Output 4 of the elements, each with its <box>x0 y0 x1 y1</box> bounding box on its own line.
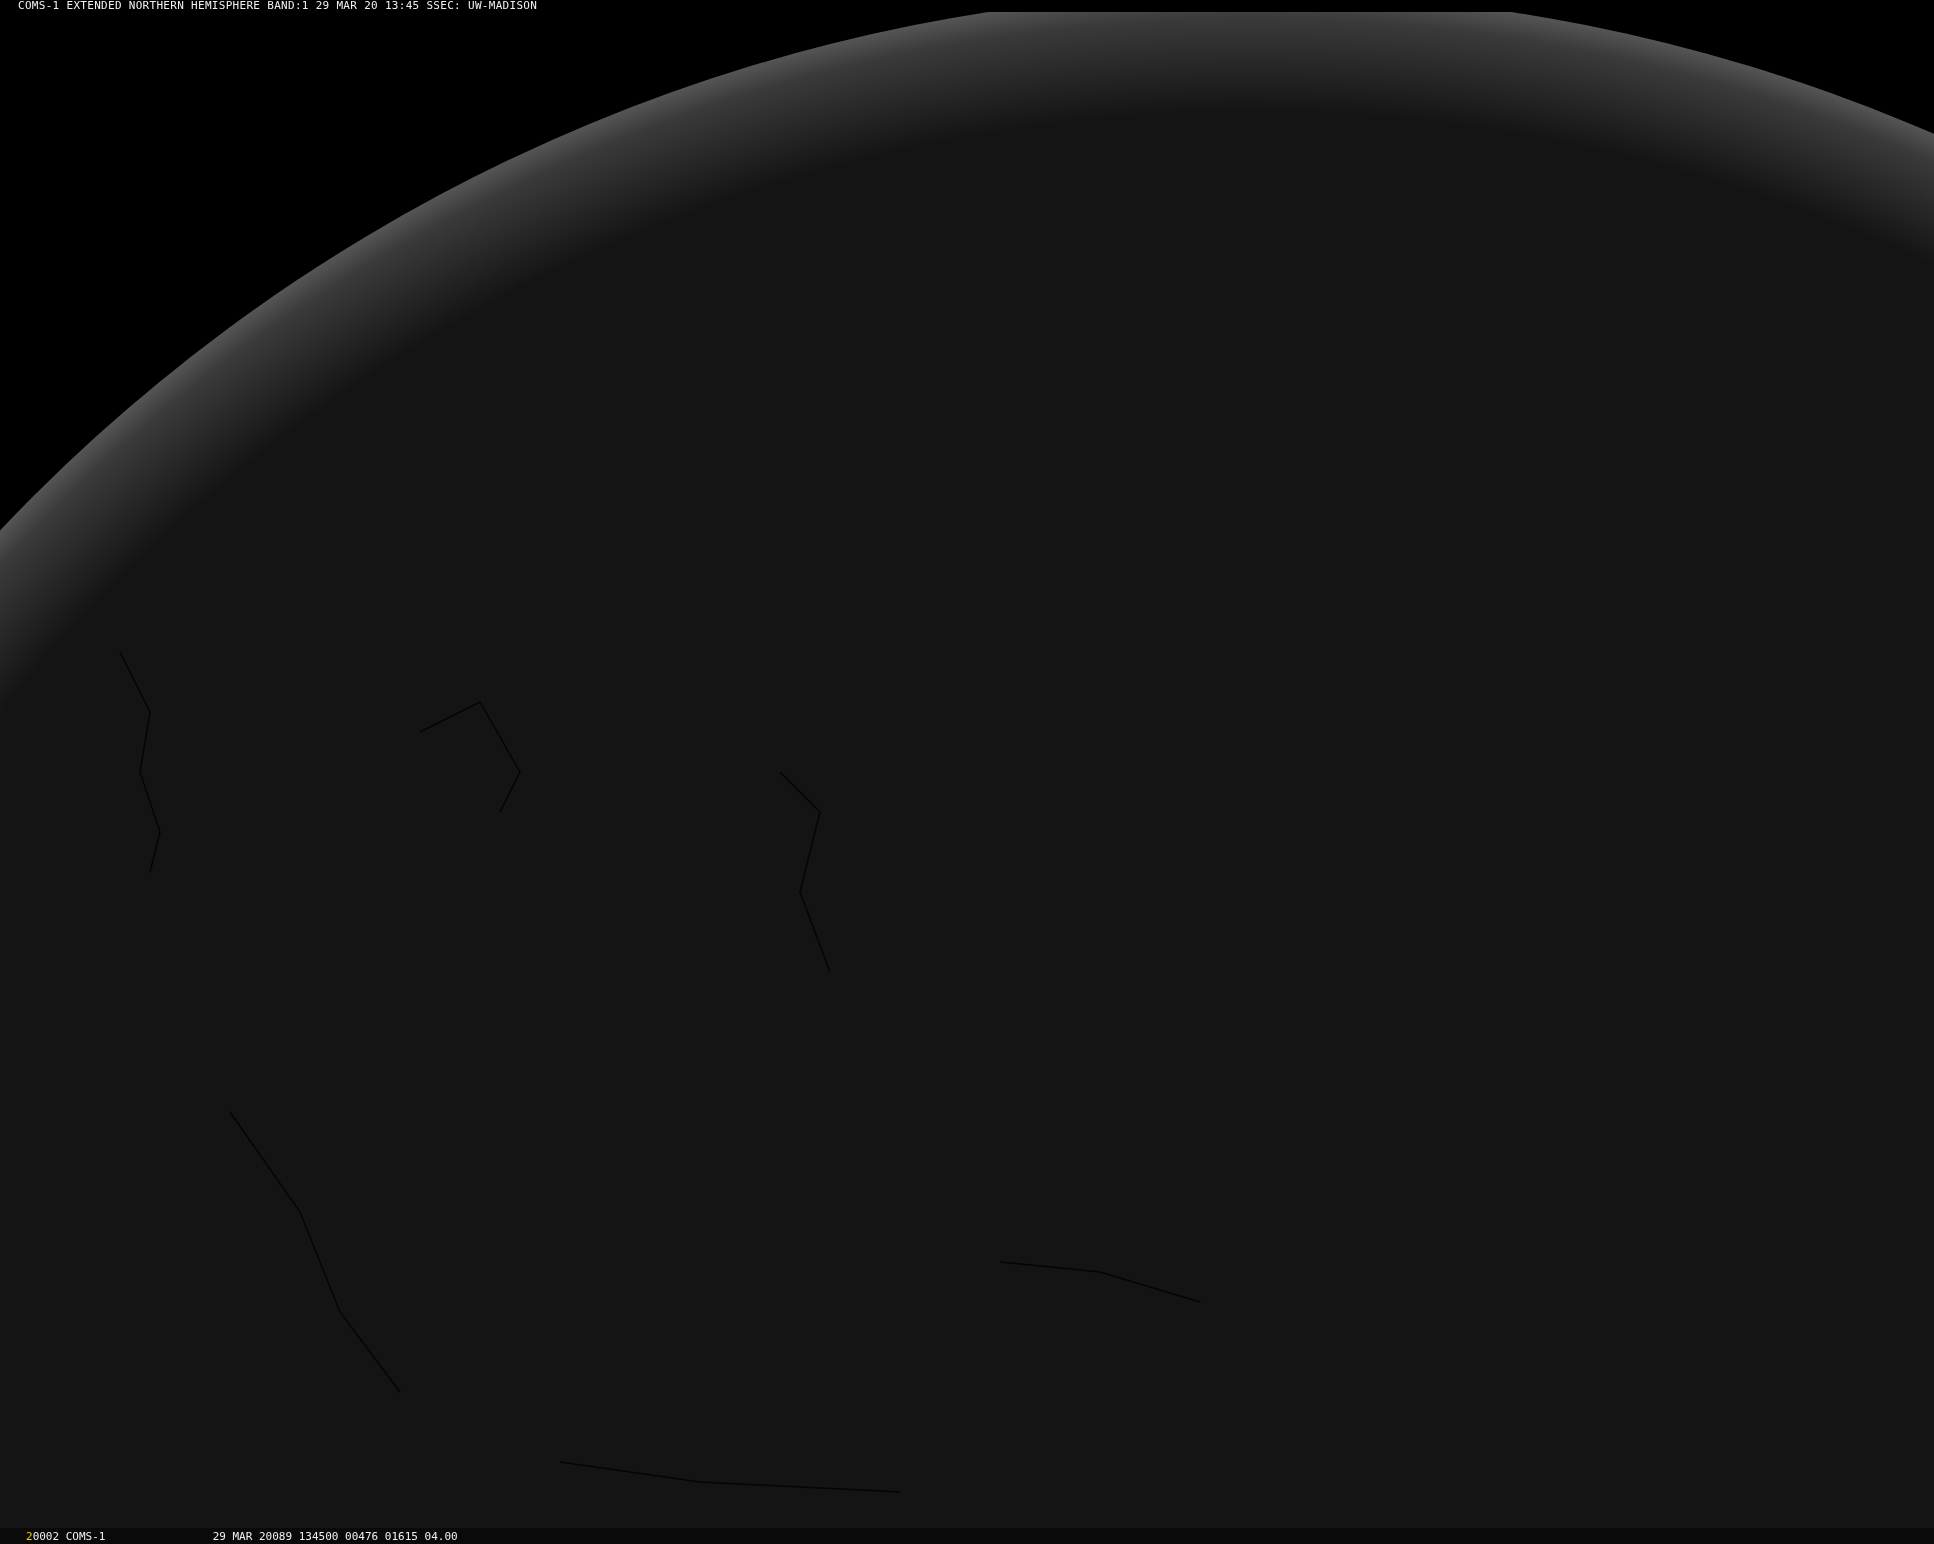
image-metadata: 0002 COMS-1 <box>32 1529 107 1543</box>
image-metadata: 29 MAR 20089 134500 00476 01615 04.00 <box>212 1529 458 1543</box>
image-caption: COMS-1 EXTENDED NORTHERN HEMISPHERE BAND:1 29 MAR 20 13:45 SSEC: UW-MADISON <box>18 0 538 12</box>
frame-number: 2 <box>26 1529 33 1543</box>
